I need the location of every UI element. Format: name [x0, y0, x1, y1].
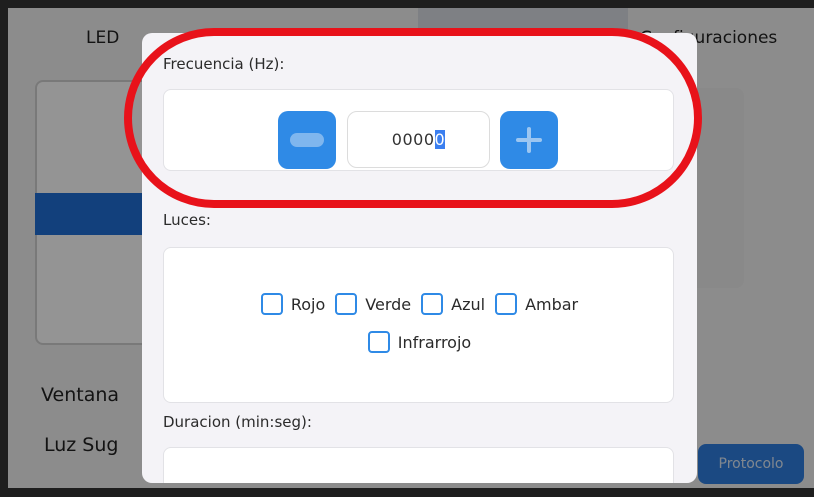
checkbox-label: Infrarrojo	[397, 332, 472, 352]
checkbox-infrarrojo[interactable]: Infrarrojo	[367, 331, 472, 353]
checkbox-label: Rojo	[290, 294, 326, 314]
checkbox-box[interactable]	[335, 293, 358, 315]
checkbox-box[interactable]	[367, 331, 390, 353]
red-highlight-ellipse	[124, 28, 702, 208]
luces-checkbox-row: Infrarrojo	[142, 331, 697, 353]
checkbox-label: Ambar	[525, 294, 579, 314]
checkbox-azul[interactable]: Azul	[421, 293, 485, 315]
checkbox-ambar[interactable]: Ambar	[495, 293, 578, 315]
luces-label: Luces:	[163, 211, 211, 229]
checkbox-verde[interactable]: Verde	[335, 293, 411, 315]
checkbox-label: Azul	[451, 294, 486, 314]
duracion-card[interactable]	[163, 447, 674, 483]
checkbox-box[interactable]	[260, 293, 283, 315]
checkbox-rojo[interactable]: Rojo	[260, 293, 326, 315]
checkbox-box[interactable]	[421, 293, 444, 315]
luces-checkbox-row: Rojo Verde Azul Ambar	[142, 293, 697, 315]
duracion-label: Duracion (min:seg):	[163, 413, 312, 431]
luces-card	[163, 247, 674, 403]
checkbox-box[interactable]	[495, 293, 518, 315]
checkbox-label: Verde	[365, 294, 412, 314]
